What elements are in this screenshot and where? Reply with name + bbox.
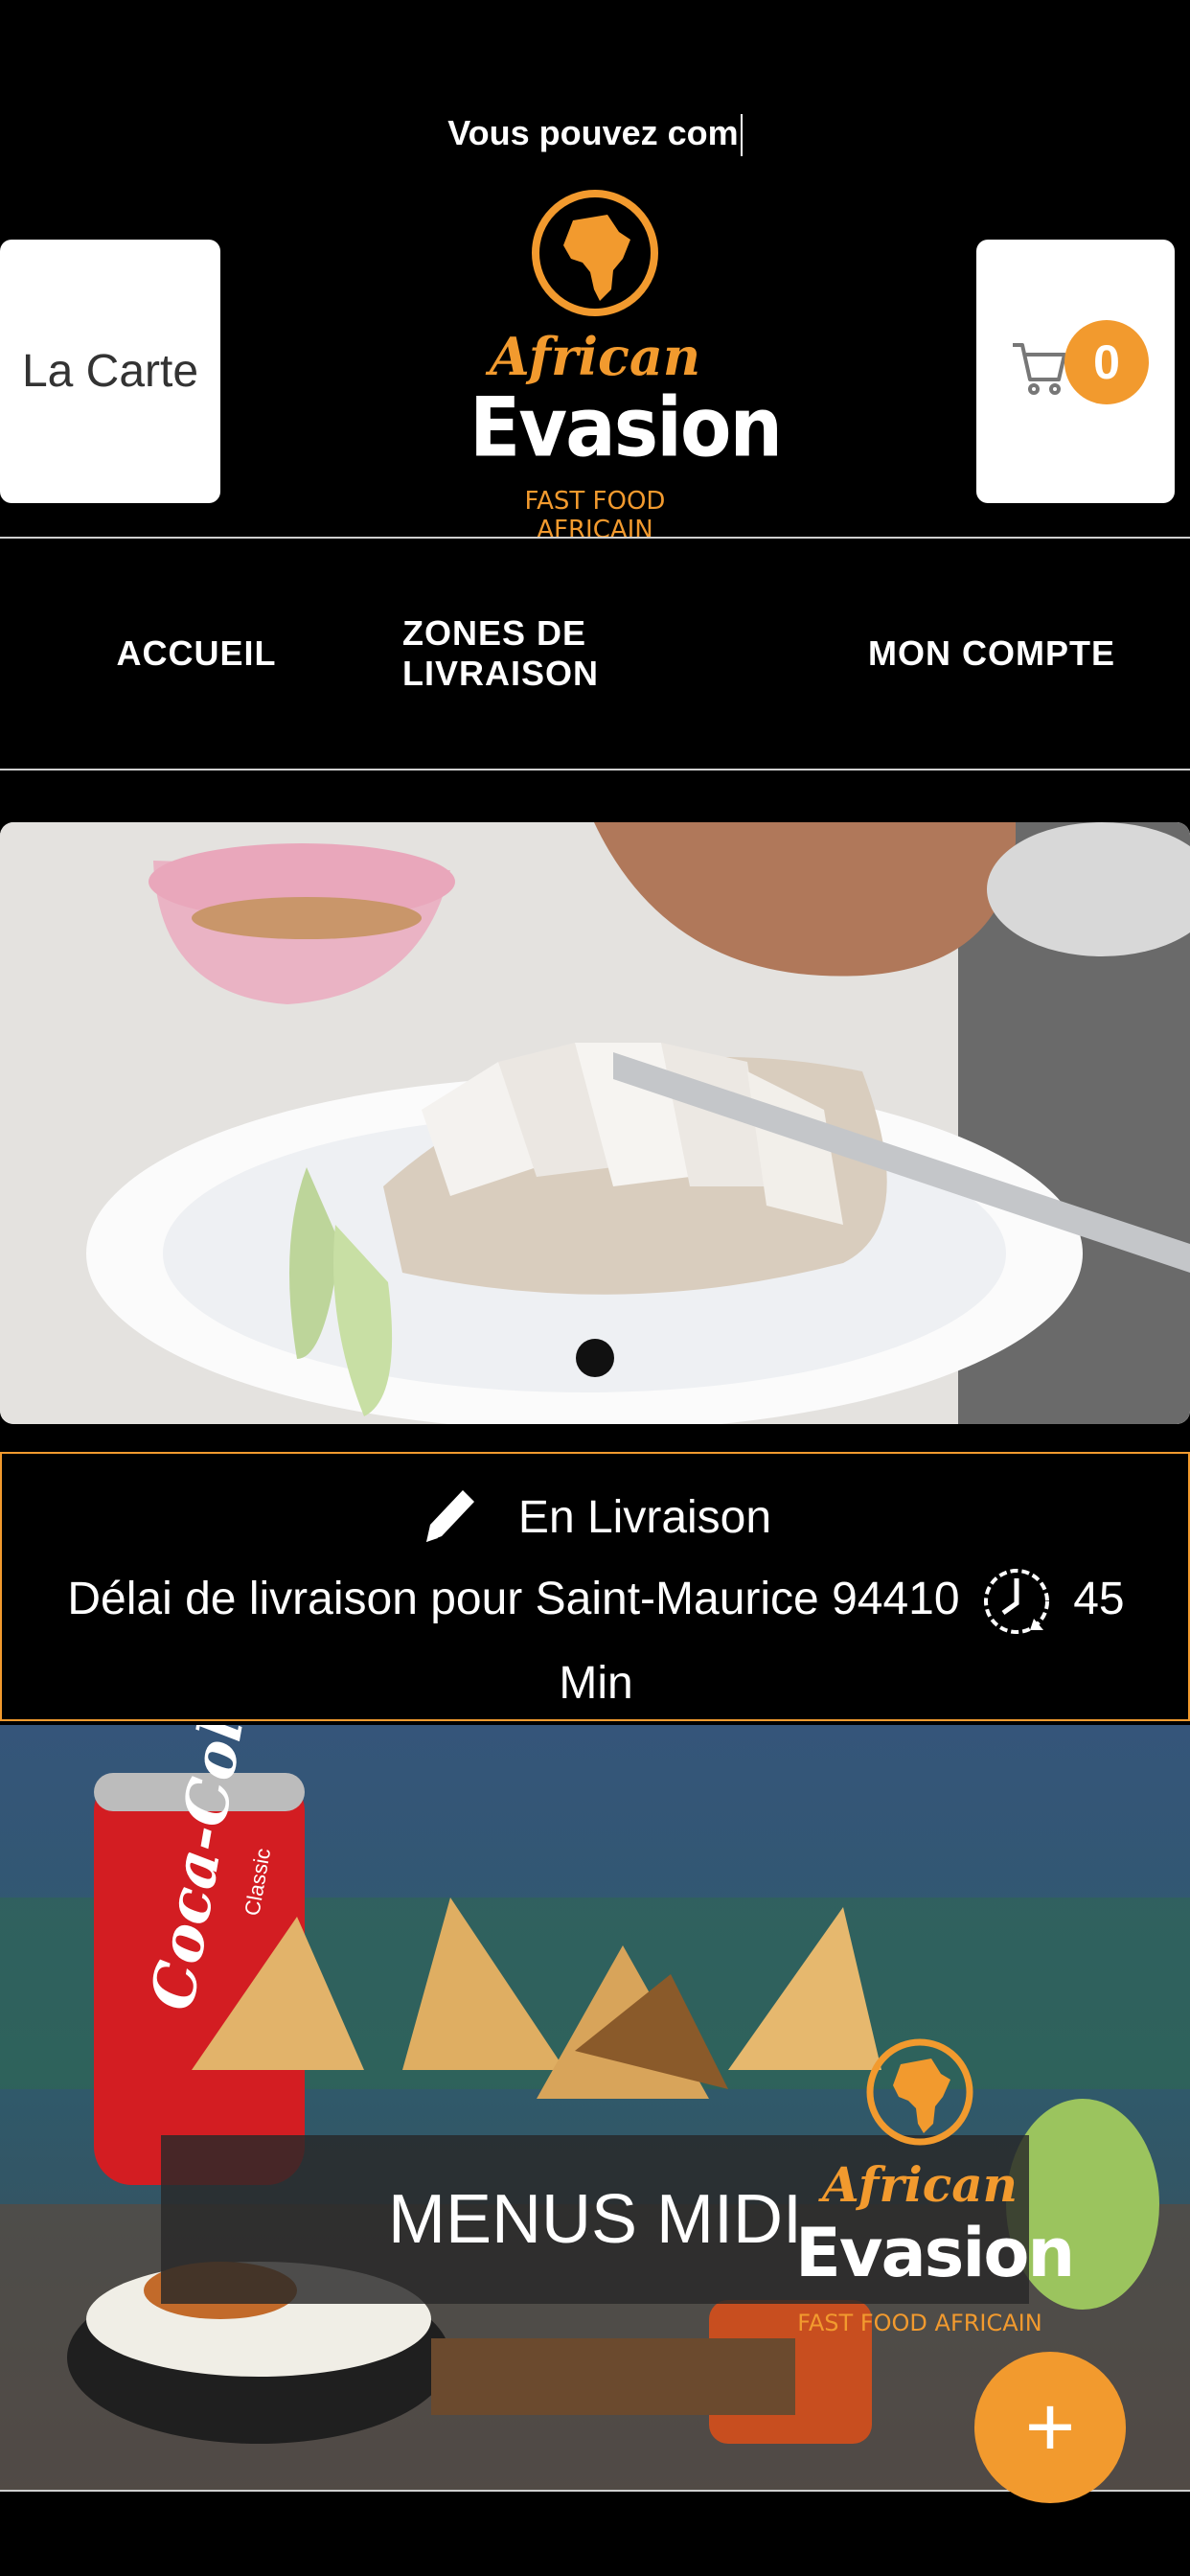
add-button[interactable]: +: [974, 2352, 1126, 2503]
nav-item-accueil[interactable]: ACCUEIL: [77, 539, 316, 769]
hero-carousel-image[interactable]: [0, 822, 1190, 1424]
delivery-delay-row: Délai de livraison pour Saint-Maurice 94…: [59, 1557, 1133, 1726]
africa-map-icon: [866, 2038, 973, 2146]
promo-logo-line-1: African: [822, 2156, 1018, 2213]
delivery-delay-text: Délai de livraison pour Saint-Maurice 94…: [67, 1574, 960, 1624]
delivery-mode-label: En Livraison: [517, 1491, 772, 1543]
promo-brand-logo: African Evasion FAST FOOD AFRICAIN: [795, 2032, 1075, 2338]
delivery-delay-value: 45: [1073, 1574, 1125, 1624]
delivery-delay-unit: Min: [559, 1658, 633, 1709]
hero-food-photo: [0, 822, 1190, 1424]
logo-tagline: FAST FOOD AFRICAIN: [524, 487, 666, 544]
brand-logo[interactable]: African Evasion FAST FOOD AFRICAIN: [469, 182, 783, 544]
promo-logo-tagline: FAST FOOD AFRICAIN: [797, 2310, 1042, 2336]
nav-divider: [0, 769, 1190, 770]
text-caret: [740, 114, 743, 157]
delivery-info-panel[interactable]: En Livraison Délai de livraison pour Sai…: [0, 1452, 1190, 1721]
promo-logo-line-2: Evasion: [795, 2214, 1075, 2292]
main-navigation: ACCUEIL ZONES DE LIVRAISON MON COMPTE: [0, 539, 1190, 769]
delivery-mode-row: En Livraison: [2, 1483, 1188, 1552]
nav-item-mon-compte[interactable]: MON COMPTE: [853, 539, 1131, 769]
announcement-ticker: Vous pouvez com: [0, 113, 1190, 157]
promo-title: MENUS MIDI: [388, 2181, 802, 2258]
logo-line-2: Evasion: [469, 380, 783, 476]
nav-item-zones-de-livraison[interactable]: ZONES DE LIVRAISON: [402, 539, 786, 769]
ticker-text: Vous pouvez com: [447, 113, 739, 152]
cart-button[interactable]: 0: [976, 240, 1175, 503]
carousel-indicator-dot[interactable]: [576, 1339, 614, 1377]
menu-carte-button[interactable]: La Carte: [0, 240, 220, 503]
logo-line-1: African: [489, 326, 701, 387]
cart-count-badge: 0: [1064, 320, 1149, 404]
clock-icon: [983, 1569, 1049, 1635]
menu-carte-label: La Carte: [21, 346, 199, 397]
pencil-icon[interactable]: [419, 1483, 480, 1552]
plus-icon: +: [1024, 2379, 1076, 2475]
shopping-cart-icon: [1013, 343, 1066, 395]
africa-map-icon: [532, 190, 658, 316]
